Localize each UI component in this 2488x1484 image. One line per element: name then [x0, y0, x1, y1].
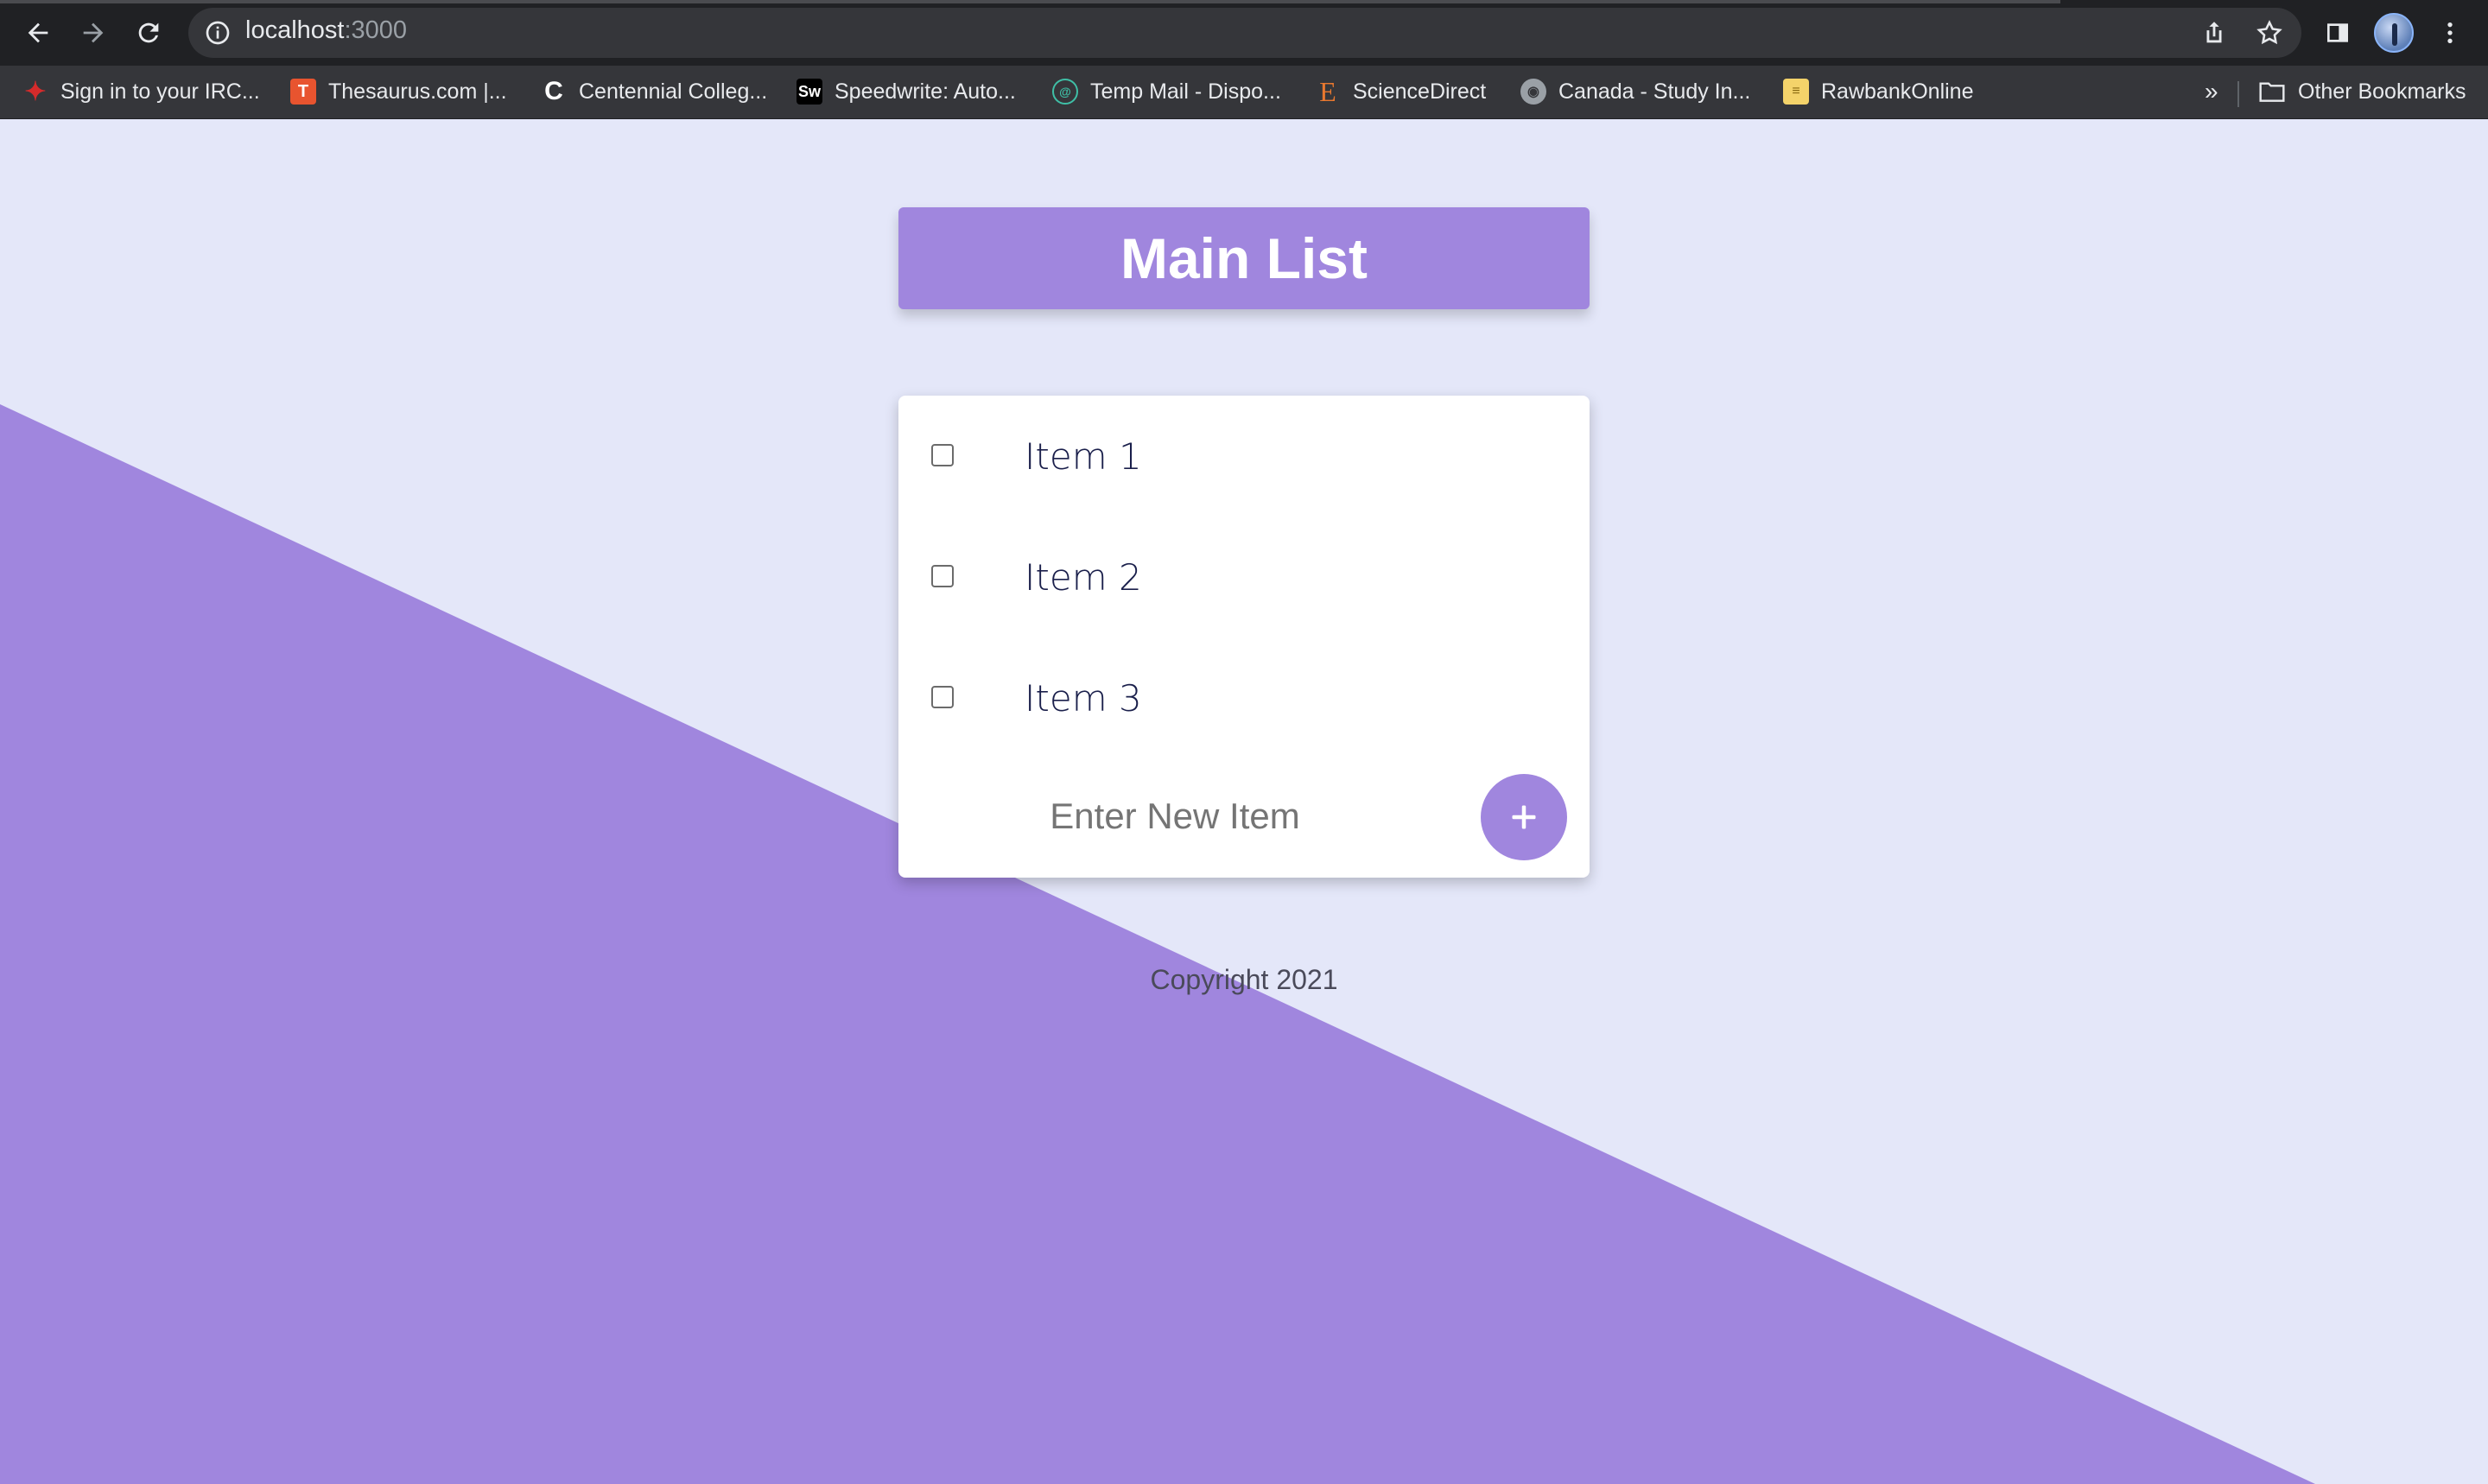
bookmark-item[interactable]: Sw Speedwrite: Auto...	[797, 74, 1016, 109]
bookmark-item[interactable]: E ScienceDirect	[1315, 74, 1486, 109]
bookmark-item[interactable]: C Centennial Colleg...	[541, 74, 767, 109]
bookmark-label: Canada - Study In...	[1558, 79, 1751, 104]
plus-icon	[1512, 805, 1536, 829]
copyright-footer: Copyright 2021	[1150, 964, 1338, 995]
add-item-button[interactable]	[1481, 774, 1567, 860]
bookmark-item[interactable]: ≡ RawbankOnline	[1783, 74, 1974, 109]
browser-toolbar: localhost:3000	[0, 0, 2488, 66]
speedwrite-icon: Sw	[797, 79, 822, 105]
new-item-input[interactable]	[968, 786, 1382, 847]
side-panel-button[interactable]	[2317, 12, 2358, 54]
arrow-right-icon	[83, 22, 104, 43]
item-label: Item 2	[1025, 556, 1142, 599]
more-vertical-icon	[2447, 22, 2453, 43]
url-text: localhost:3000	[245, 16, 407, 45]
share-icon[interactable]	[2199, 18, 2229, 48]
back-button[interactable]	[17, 12, 59, 54]
bookmark-label: Thesaurus.com |...	[328, 79, 507, 104]
bookmarks-divider	[2237, 81, 2239, 107]
list-item: Item 2	[898, 517, 1590, 637]
url-host: localhost	[245, 16, 345, 44]
temp-mail-icon: @	[1052, 79, 1078, 105]
reload-icon	[138, 22, 159, 43]
bookmark-label: Speedwrite: Auto...	[835, 79, 1016, 104]
reload-button[interactable]	[128, 12, 169, 54]
centennial-icon: C	[544, 77, 563, 105]
bookmark-label: Temp Mail - Dispo...	[1090, 79, 1281, 104]
new-item-form	[898, 758, 1590, 878]
thesaurus-icon: T	[290, 79, 316, 105]
bookmarks-bar: ✦ Sign in to your IRC... T Thesaurus.com…	[0, 66, 2488, 119]
bookmark-item[interactable]: T Thesaurus.com |...	[290, 74, 507, 109]
bookmark-item[interactable]: ✦ Sign in to your IRC...	[22, 74, 260, 109]
item-checkbox[interactable]	[931, 444, 954, 466]
info-icon[interactable]	[204, 19, 232, 47]
other-bookmarks-button[interactable]: Other Bookmarks	[2258, 74, 2466, 109]
forward-button[interactable]	[73, 12, 114, 54]
profile-avatar[interactable]	[2374, 13, 2414, 53]
bookmark-star-icon[interactable]	[2255, 18, 2284, 48]
url-port: :3000	[344, 16, 408, 44]
todo-list-card: Item 1 Item 2 Item 3	[898, 396, 1590, 878]
item-label: Item 1	[1025, 435, 1142, 478]
heading-card: Main List	[898, 207, 1590, 309]
page-viewport: Main List Item 1 Item 2 Item 3 Copyright…	[0, 119, 2488, 1484]
browser-menu-button[interactable]	[2429, 12, 2471, 54]
folder-icon	[2259, 82, 2285, 102]
maple-leaf-icon: ✦	[24, 77, 47, 106]
rawbank-icon: ≡	[1783, 79, 1809, 105]
globe-icon: ◉	[1520, 79, 1546, 105]
bookmark-label: Sign in to your IRC...	[60, 79, 260, 104]
arrow-left-icon	[28, 22, 48, 43]
bookmark-label: Centennial Colleg...	[579, 79, 768, 104]
sciencedirect-icon: E	[1319, 75, 1336, 107]
bookmark-label: ScienceDirect	[1353, 79, 1487, 104]
bookmark-label: RawbankOnline	[1821, 79, 1974, 104]
item-label: Item 3	[1025, 677, 1142, 720]
bookmarks-overflow-button[interactable]: »	[2205, 78, 2218, 105]
address-bar[interactable]: localhost:3000	[188, 8, 2301, 58]
bookmark-item[interactable]: ◉ Canada - Study In...	[1520, 74, 1750, 109]
bookmark-item[interactable]: @ Temp Mail - Dispo...	[1052, 74, 1281, 109]
list-item: Item 1	[898, 396, 1590, 517]
list-item: Item 3	[898, 637, 1590, 758]
item-checkbox[interactable]	[931, 565, 954, 587]
page-title: Main List	[1120, 226, 1368, 290]
other-bookmarks-label: Other Bookmarks	[2298, 79, 2466, 104]
side-panel-icon	[2327, 23, 2348, 42]
item-checkbox[interactable]	[931, 686, 954, 708]
